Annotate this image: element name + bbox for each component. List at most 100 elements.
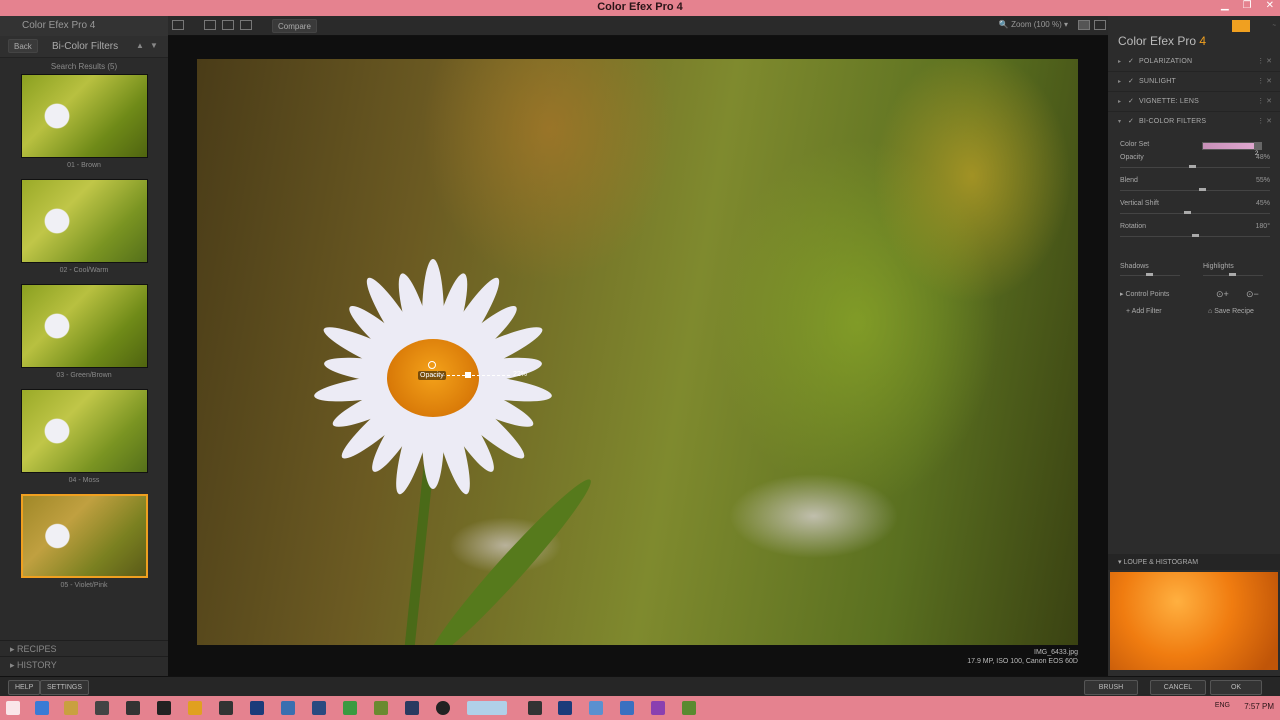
panel-title-num: 4 <box>1199 34 1207 48</box>
app-icon[interactable] <box>312 701 326 715</box>
blend-value: 55% <box>1255 177 1270 184</box>
arrow-down-icon[interactable]: ▼ <box>150 41 158 50</box>
close-icon[interactable]: ✕ <box>1266 0 1274 11</box>
collapse-arrow-icon[interactable]: ▾ <box>1118 118 1121 125</box>
save-recipe-button[interactable]: ⌂ Save Recipe <box>1208 308 1254 320</box>
app-icon[interactable] <box>157 701 171 715</box>
control-point-knob[interactable] <box>465 372 471 378</box>
zoom-select[interactable]: 🔍 Zoom (100 %) ▾ <box>999 20 1068 29</box>
filter-row-sunlight[interactable]: ▸ ✓ SUNLIGHT ⋮ ✕ <box>1108 72 1280 92</box>
checkmark-icon[interactable]: ✓ <box>1128 77 1134 85</box>
preset-label: 02 - Cool/Warm <box>59 267 109 274</box>
app-icon[interactable] <box>281 701 295 715</box>
history-section[interactable]: ▸ HISTORY <box>0 656 168 672</box>
shadows-slider[interactable] <box>1120 273 1180 276</box>
blend-slider-knob[interactable] <box>1199 188 1206 191</box>
filter-row-polarization[interactable]: ▸ ✓ POLARIZATION ⋮ ✕ <box>1108 52 1280 72</box>
preset-thumb-1[interactable] <box>21 74 148 158</box>
filter-nav: Back Bi-Color Filters ▲ ▼ <box>0 36 168 58</box>
rotation-slider[interactable] <box>1120 234 1270 237</box>
filter-remove-icon[interactable]: ⋮ ✕ <box>1257 57 1272 65</box>
app-icon[interactable] <box>219 701 233 715</box>
color-set-dropdown[interactable]: 2 <box>1254 142 1262 157</box>
photoshop-icon[interactable] <box>558 701 572 715</box>
language-indicator[interactable]: ENG <box>1215 702 1230 709</box>
app-icon[interactable] <box>405 701 419 715</box>
window-titlebar: Color Efex Pro 4 ▁ ❐ ✕ <box>0 0 1280 16</box>
app-icon[interactable] <box>126 701 140 715</box>
app-icon[interactable] <box>620 701 634 715</box>
preset-thumb-3[interactable] <box>21 284 148 368</box>
blend-slider[interactable] <box>1120 188 1270 191</box>
preset-thumb-5[interactable] <box>21 494 148 578</box>
filter-row-vignette[interactable]: ▸ ✓ VIGNETTE: LENS ⋮ ✕ <box>1108 92 1280 112</box>
clock[interactable]: 7:57 PM <box>1244 702 1274 711</box>
loupe-toggle-icon[interactable] <box>1078 20 1090 30</box>
expand-arrow-icon[interactable]: ▸ <box>1118 78 1121 85</box>
photoshop-icon[interactable] <box>250 701 264 715</box>
panel-right-toggle-icon[interactable] <box>1094 20 1106 30</box>
cancel-button[interactable]: CANCEL <box>1150 680 1206 695</box>
control-points-row[interactable]: ▸ Control Points <box>1120 290 1169 298</box>
back-button[interactable]: Back <box>8 39 38 53</box>
panel-toggle-icon[interactable] <box>172 20 184 30</box>
single-view-icon[interactable] <box>204 20 216 30</box>
expand-arrow-icon[interactable]: ▸ <box>1118 58 1121 65</box>
highlights-slider[interactable] <box>1203 273 1263 276</box>
start-icon[interactable] <box>6 701 20 715</box>
add-filter-button[interactable]: + Add Filter <box>1126 308 1162 320</box>
preset-label: 04 - Moss <box>68 477 100 484</box>
remove-control-point-icon[interactable]: ⊙− <box>1246 289 1259 300</box>
checkmark-icon[interactable]: ✓ <box>1128 57 1134 65</box>
side-by-side-icon[interactable] <box>240 20 252 30</box>
maximize-icon[interactable]: ❐ <box>1243 0 1252 11</box>
compare-button[interactable]: Compare <box>272 19 317 33</box>
minimize-icon[interactable]: ▁ <box>1221 0 1229 11</box>
vshift-slider-knob[interactable] <box>1184 211 1191 214</box>
control-point-handle[interactable] <box>428 361 436 369</box>
preset-thumb-2[interactable] <box>21 179 148 263</box>
loupe-header[interactable]: ▾ LOUPE & HISTOGRAM <box>1108 554 1280 570</box>
checkmark-icon[interactable]: ✓ <box>1128 117 1134 125</box>
app-icon[interactable] <box>528 701 542 715</box>
app-icon[interactable] <box>436 701 450 715</box>
settings-button[interactable]: SETTINGS <box>40 680 90 695</box>
app-icon[interactable] <box>374 701 388 715</box>
image-canvas[interactable]: Opacity 22% IMG_6433.jpg 17.9 MP, ISO 10… <box>168 36 1108 686</box>
filter-remove-icon[interactable]: ⋮ ✕ <box>1257 117 1272 125</box>
help-button[interactable]: HELP <box>8 680 41 695</box>
opacity-slider[interactable] <box>1120 165 1270 168</box>
chrome-icon[interactable] <box>188 701 202 715</box>
app-icon[interactable] <box>95 701 109 715</box>
ok-button[interactable]: OK <box>1210 680 1262 695</box>
vshift-slider[interactable] <box>1120 211 1270 214</box>
brush-button[interactable]: BRUSH <box>1084 680 1138 695</box>
filter-row-bicolor[interactable]: ▾ ✓ BI-COLOR FILTERS ⋮ ✕ <box>1108 112 1280 132</box>
preset-label: 05 - Violet/Pink <box>60 582 108 589</box>
arrow-up-icon[interactable]: ▲ <box>136 41 144 50</box>
recipes-section[interactable]: ▸ RECIPES <box>0 640 168 656</box>
rotation-slider-knob[interactable] <box>1192 234 1199 237</box>
nik-logo <box>1232 20 1250 32</box>
expand-arrow-icon[interactable]: ▸ <box>1118 98 1121 105</box>
split-view-icon[interactable] <box>222 20 234 30</box>
color-set-swatch[interactable] <box>1202 142 1258 150</box>
ie-icon[interactable] <box>35 701 49 715</box>
app-icon[interactable] <box>682 701 696 715</box>
preset-thumb-4[interactable] <box>21 389 148 473</box>
highlights-slider-knob[interactable] <box>1229 273 1236 276</box>
checkmark-icon[interactable]: ✓ <box>1128 97 1134 105</box>
add-control-point-icon[interactable]: ⊙+ <box>1216 289 1229 300</box>
control-points-label: Control Points <box>1125 291 1170 298</box>
photo-preview[interactable]: Opacity 22% <box>197 59 1078 645</box>
app-icon[interactable] <box>651 701 665 715</box>
app-icon[interactable] <box>589 701 603 715</box>
app-icon[interactable] <box>467 701 507 715</box>
filter-remove-icon[interactable]: ⋮ ✕ <box>1257 77 1272 85</box>
opacity-slider-knob[interactable] <box>1189 165 1196 168</box>
explorer-icon[interactable] <box>64 701 78 715</box>
opacity-param: Opacity 48% <box>1120 154 1270 161</box>
shadows-slider-knob[interactable] <box>1146 273 1153 276</box>
filter-remove-icon[interactable]: ⋮ ✕ <box>1257 97 1272 105</box>
app-icon[interactable] <box>343 701 357 715</box>
